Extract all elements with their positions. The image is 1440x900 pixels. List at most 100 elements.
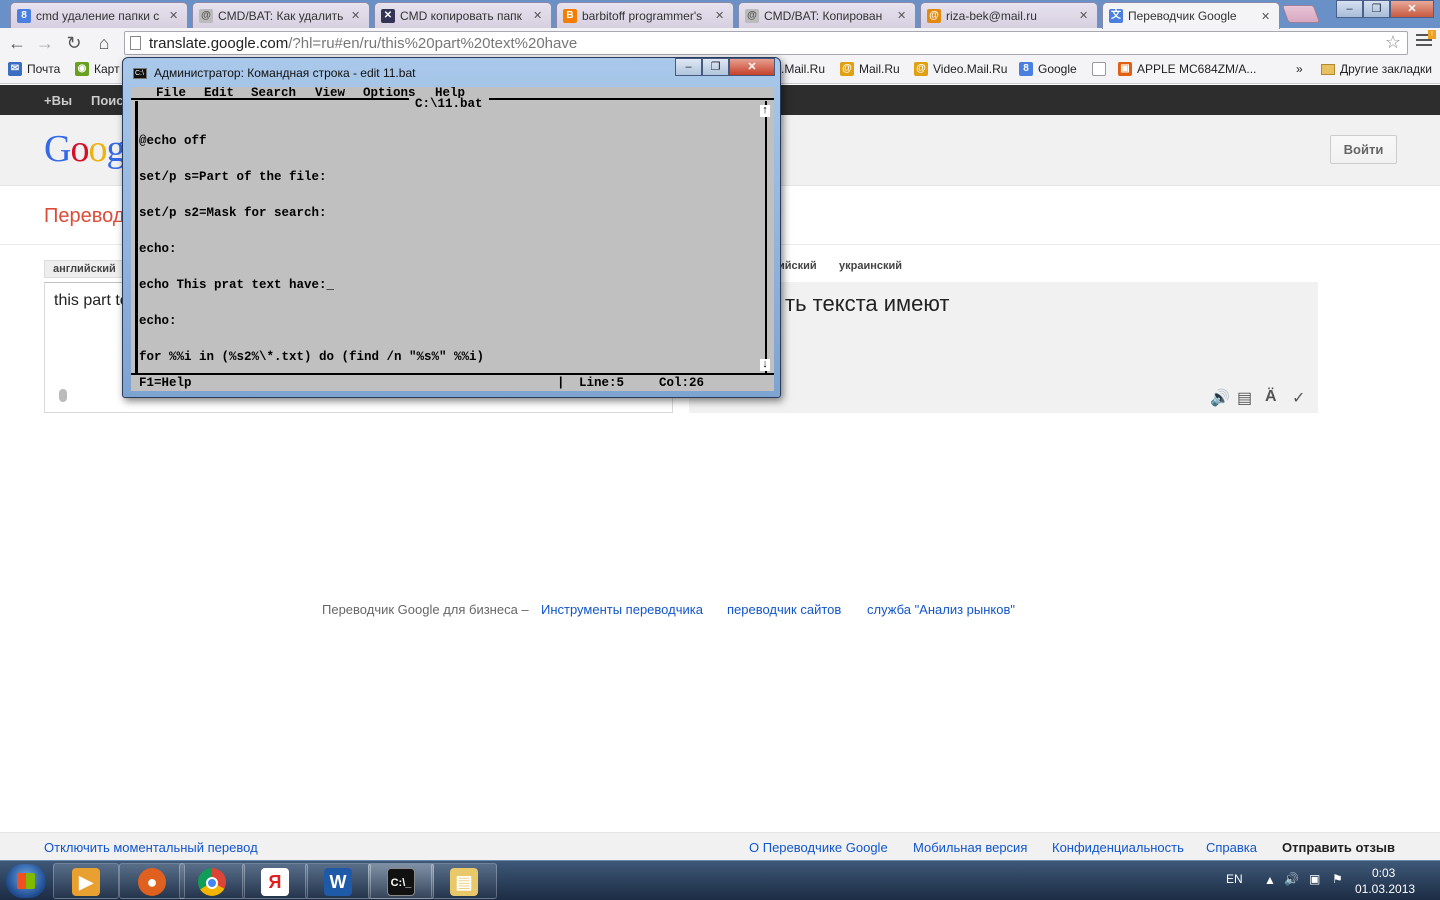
mobile-link[interactable]: Мобильная версия xyxy=(913,840,1027,855)
maximize-button[interactable]: ❐ xyxy=(702,58,729,76)
gbar-search-link[interactable]: Поис xyxy=(91,93,124,108)
language-indicator[interactable]: EN xyxy=(1226,872,1243,886)
windows-taskbar: ▶ ● Я W C:\_ ▤ EN ▲ 🔊 ▣ ⚑ 0:03 01.03.201… xyxy=(0,860,1440,900)
browser-tab[interactable]: @ CMD/BAT: Копирован ✕ xyxy=(738,2,916,28)
taskbar-app-active[interactable]: C:\_ xyxy=(368,863,434,899)
back-button[interactable]: ← xyxy=(6,32,28,54)
business-label: Переводчик Google для бизнеса – xyxy=(322,602,529,617)
page-icon xyxy=(1092,62,1106,76)
speaker-icon[interactable]: 🔊 xyxy=(1210,388,1230,408)
menu-edit[interactable]: Edit xyxy=(204,87,234,100)
bookmark-item[interactable]: ▣ APPLE MC684ZM/A... xyxy=(1118,62,1256,76)
code-line: set/p s=Part of the file: xyxy=(139,170,327,184)
address-bar[interactable]: translate.google.com/?hl=ru#en/ru/this%2… xyxy=(124,31,1408,55)
taskbar-app[interactable]: ▶ xyxy=(53,863,119,899)
translator-toolkit-link[interactable]: Инструменты переводчика xyxy=(541,602,703,617)
taskbar-app[interactable] xyxy=(179,863,245,899)
gbar-plus-you-link[interactable]: +Вы xyxy=(44,93,72,108)
action-center-icon[interactable]: ⚑ xyxy=(1332,872,1343,886)
browser-tab[interactable]: ✕ CMD копировать папк ✕ xyxy=(374,2,552,28)
comment-icon[interactable]: ▤ xyxy=(1237,388,1252,408)
target-language-option[interactable]: украинский xyxy=(839,260,902,272)
google-logo[interactable]: Goog xyxy=(44,127,125,171)
sign-in-button[interactable]: Войти xyxy=(1330,135,1397,164)
browser-tab[interactable]: @ riza-bek@mail.ru ✕ xyxy=(920,2,1098,28)
reload-button[interactable]: ↻ xyxy=(63,32,85,54)
close-tab-icon[interactable]: ✕ xyxy=(897,9,909,22)
google-icon: 8 xyxy=(1019,62,1033,76)
bookmark-item[interactable]: 8 Google xyxy=(1019,62,1077,76)
browser-tab[interactable]: @ CMD/BAT: Как удалить ✕ xyxy=(192,2,370,28)
tab-label: cmd удаление папки с xyxy=(36,8,160,23)
home-button[interactable]: ⌂ xyxy=(93,32,115,54)
close-tab-icon[interactable]: ✕ xyxy=(169,9,181,22)
frame-border xyxy=(765,101,767,373)
show-hidden-icons-icon[interactable]: ▲ xyxy=(1264,873,1276,887)
window-title: Администратор: Командная строка - edit 1… xyxy=(154,66,416,80)
code-line: set/p s2=Mask for search: xyxy=(139,206,327,220)
browser-tab[interactable]: B barbitoff programmer's ✕ xyxy=(556,2,734,28)
scroll-up-arrow-icon[interactable]: ↑ xyxy=(760,105,770,117)
close-button[interactable]: ✕ xyxy=(729,58,775,76)
source-language-button[interactable]: английский xyxy=(44,260,125,278)
bookmark-item[interactable]: ◉ Карт xyxy=(75,62,120,76)
browser-window-controls: – ❐ ✕ xyxy=(1336,0,1434,18)
clock-time[interactable]: 0:03 xyxy=(1372,866,1395,880)
dos-edit-screen[interactable]: File Edit Search View Options Help C:\11… xyxy=(131,87,774,391)
close-window-button[interactable]: ✕ xyxy=(1390,0,1434,18)
close-tab-icon[interactable]: ✕ xyxy=(715,9,727,22)
command-prompt-window[interactable]: C:\ Администратор: Командная строка - ed… xyxy=(122,57,781,398)
scroll-down-arrow-icon[interactable]: ↓ xyxy=(760,359,770,371)
volume-icon[interactable]: 🔊 xyxy=(1284,872,1299,886)
browser-tab[interactable]: 8 cmd удаление папки с ✕ xyxy=(10,2,188,28)
bookmark-item[interactable]: @ Mail.Ru xyxy=(840,62,900,76)
system-tray: EN ▲ 🔊 ▣ ⚑ 0:03 01.03.2013 xyxy=(1210,861,1440,900)
about-link[interactable]: О Переводчике Google xyxy=(749,840,888,855)
minimize-button[interactable]: – xyxy=(675,58,702,76)
new-tab-button[interactable] xyxy=(1281,5,1321,23)
menu-search[interactable]: Search xyxy=(251,87,296,100)
maximize-button[interactable]: ❐ xyxy=(1363,0,1390,18)
disable-instant-link[interactable]: Отключить моментальный перевод xyxy=(44,840,258,855)
menu-view[interactable]: View xyxy=(315,87,345,100)
forward-button[interactable]: → xyxy=(34,32,56,54)
website-translator-link[interactable]: переводчик сайтов xyxy=(727,602,841,617)
bookmark-item[interactable]: .Mail.Ru xyxy=(781,62,825,76)
update-badge-icon: ! xyxy=(1428,30,1436,39)
bookmark-item[interactable]: ✉ Почта xyxy=(8,62,60,76)
menu-file[interactable]: File xyxy=(156,87,186,100)
menu-options[interactable]: Options xyxy=(363,87,416,100)
editor-text-area[interactable]: @echo off set/p s=Part of the file: set/… xyxy=(139,111,759,387)
bookmarks-overflow-button[interactable]: » xyxy=(1296,62,1303,76)
close-tab-icon[interactable]: ✕ xyxy=(1261,10,1273,23)
start-button[interactable] xyxy=(6,864,46,898)
romanization-icon[interactable]: Ä xyxy=(1265,388,1277,406)
bookmark-star-icon[interactable]: ☆ xyxy=(1385,32,1401,53)
google-translate-icon: 文 xyxy=(1109,9,1123,23)
taskbar-app[interactable]: W xyxy=(305,863,371,899)
clock-date[interactable]: 01.03.2013 xyxy=(1355,882,1415,896)
taskbar-app[interactable]: ▤ xyxy=(431,863,497,899)
network-icon[interactable]: ▣ xyxy=(1309,872,1320,886)
feedback-link[interactable]: Отправить отзыв xyxy=(1282,840,1395,855)
taskbar-app[interactable]: ● xyxy=(119,863,185,899)
window-titlebar[interactable]: C:\ Администратор: Командная строка - ed… xyxy=(123,58,780,86)
windows-logo-icon xyxy=(17,873,35,889)
browser-tab-active[interactable]: 文 Переводчик Google ✕ xyxy=(1102,2,1280,29)
bookmark-item[interactable] xyxy=(1092,62,1111,76)
help-link[interactable]: Справка xyxy=(1206,840,1257,855)
close-tab-icon[interactable]: ✕ xyxy=(1079,9,1091,22)
check-icon[interactable]: ✓ xyxy=(1292,388,1305,408)
file-title: C:\11.bat xyxy=(409,98,489,111)
privacy-link[interactable]: Конфиденциальность xyxy=(1052,840,1184,855)
other-bookmarks-folder[interactable]: Другие закладки xyxy=(1321,62,1432,76)
status-line: Line:5 xyxy=(579,376,625,390)
close-tab-icon[interactable]: ✕ xyxy=(351,9,363,22)
minimize-button[interactable]: – xyxy=(1336,0,1363,18)
taskbar-app[interactable]: Я xyxy=(242,863,308,899)
target-language-option[interactable]: ийский xyxy=(778,260,817,272)
microphone-icon[interactable] xyxy=(59,389,67,402)
market-analysis-link[interactable]: служба "Анализ рынков" xyxy=(867,602,1015,617)
bookmark-item[interactable]: @ Video.Mail.Ru xyxy=(914,62,1007,76)
close-tab-icon[interactable]: ✕ xyxy=(533,9,545,22)
